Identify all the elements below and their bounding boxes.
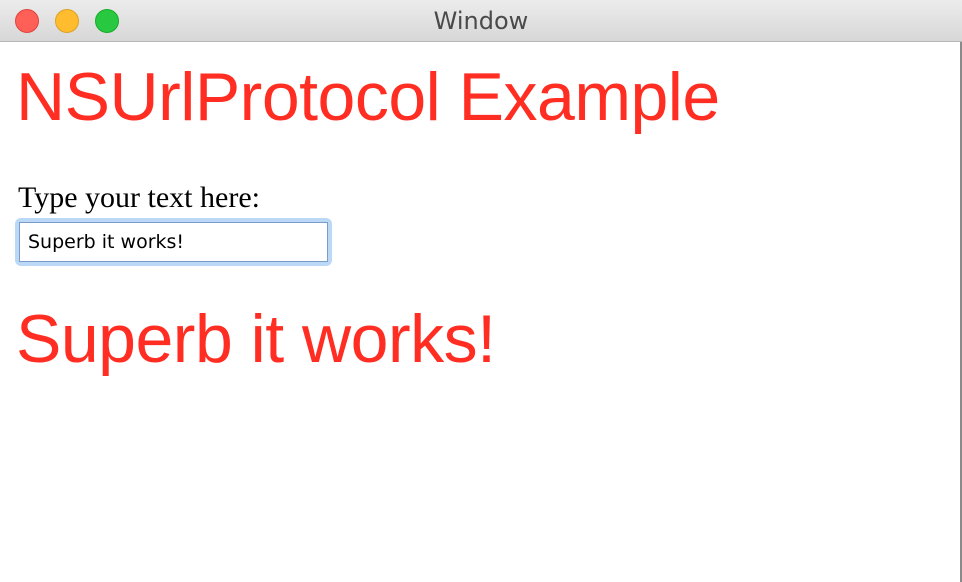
input-prompt-label: Type your text here: (18, 181, 260, 214)
text-input-focus-ring (15, 218, 332, 266)
window-titlebar[interactable]: Window (0, 0, 962, 42)
echo-output-text: Superb it works! (16, 301, 496, 377)
text-input[interactable] (19, 222, 328, 262)
web-content: NSUrlProtocol Example Type your text her… (0, 42, 960, 582)
page-heading: NSUrlProtocol Example (16, 59, 720, 135)
window-title: Window (433, 7, 529, 35)
app-window: Window NSUrlProtocol Example Type your t… (0, 0, 962, 582)
